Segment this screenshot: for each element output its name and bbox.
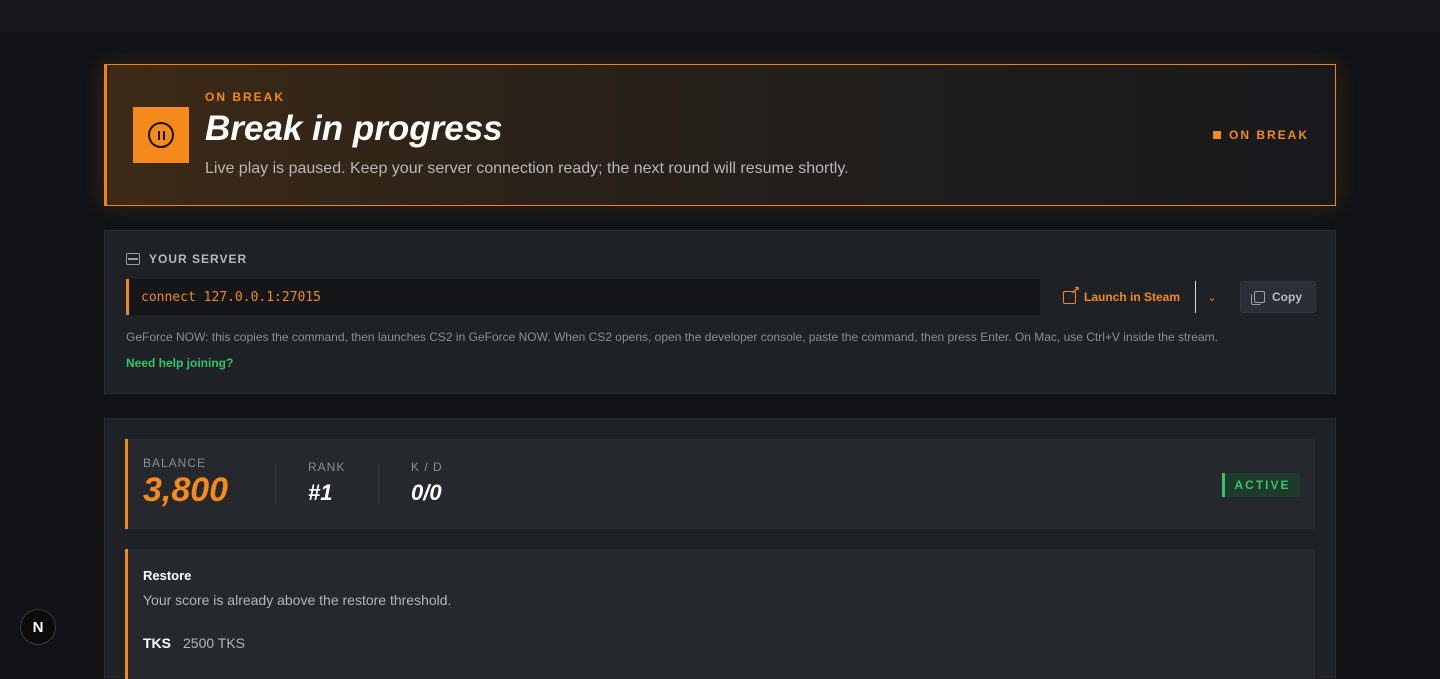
kd-value: 0/0 [411,480,442,505]
stats-row: BALANCE 3,800 RANK #1 K / D 0/0 ACTIVE [125,439,1315,529]
tks-value: 2500 TKS [183,635,246,651]
launch-in-steam-button[interactable]: Launch in Steam [1057,281,1196,313]
external-link-icon [1063,284,1080,304]
break-status-indicator: ON BREAK [1212,128,1309,142]
rank-value: #1 [308,480,333,505]
geforce-now-note: GeForce NOW: this copies the command, th… [126,330,1218,344]
stat-divider [378,464,379,504]
restore-description: Your score is already above the restore … [143,592,452,608]
server-heading: YOUR SERVER [126,252,247,266]
tks-label: TKS [143,635,171,651]
tks-line: TKS 2500 TKS [143,635,245,651]
copy-button[interactable]: Copy [1240,281,1316,313]
balance-value: 3,800 [143,471,229,509]
stat-divider [275,464,276,504]
break-banner: ON BREAK Break in progress Live play is … [104,64,1336,206]
restore-panel: Restore Your score is already above the … [125,549,1315,679]
server-heading-label: YOUR SERVER [149,252,248,266]
banner-kicker: ON BREAK [205,90,286,104]
stats-card: BALANCE 3,800 RANK #1 K / D 0/0 ACTIVE R… [104,418,1336,679]
pause-icon [133,107,189,163]
copy-icon [1251,291,1265,305]
need-help-link[interactable]: Need help joining? [126,356,233,370]
kd-label: K / D [411,460,443,474]
server-card: YOUR SERVER connect 127.0.0.1:27015 Laun… [104,230,1336,394]
banner-title: Break in progress [205,109,503,148]
server-icon [126,253,140,265]
next-dev-tools-button[interactable]: N [20,609,56,645]
status-square-icon [1212,131,1221,139]
break-status-label: ON BREAK [1228,128,1309,142]
chevron-down-icon: ⌄ [1207,291,1217,304]
rank-label: RANK [308,460,346,474]
copy-label: Copy [1272,290,1302,304]
launch-in-steam-label: Launch in Steam [1084,290,1181,304]
launch-options-dropdown[interactable]: ⌄ [1198,281,1226,313]
connect-command-field[interactable]: connect 127.0.0.1:27015 [126,279,1040,315]
main-content: ON BREAK Break in progress Live play is … [104,64,1336,679]
banner-description: Live play is paused. Keep your server co… [205,160,849,177]
restore-title: Restore [143,568,192,583]
status-badge: ACTIVE [1222,473,1300,497]
top-bar [0,0,1440,32]
balance-label: BALANCE [143,456,207,470]
